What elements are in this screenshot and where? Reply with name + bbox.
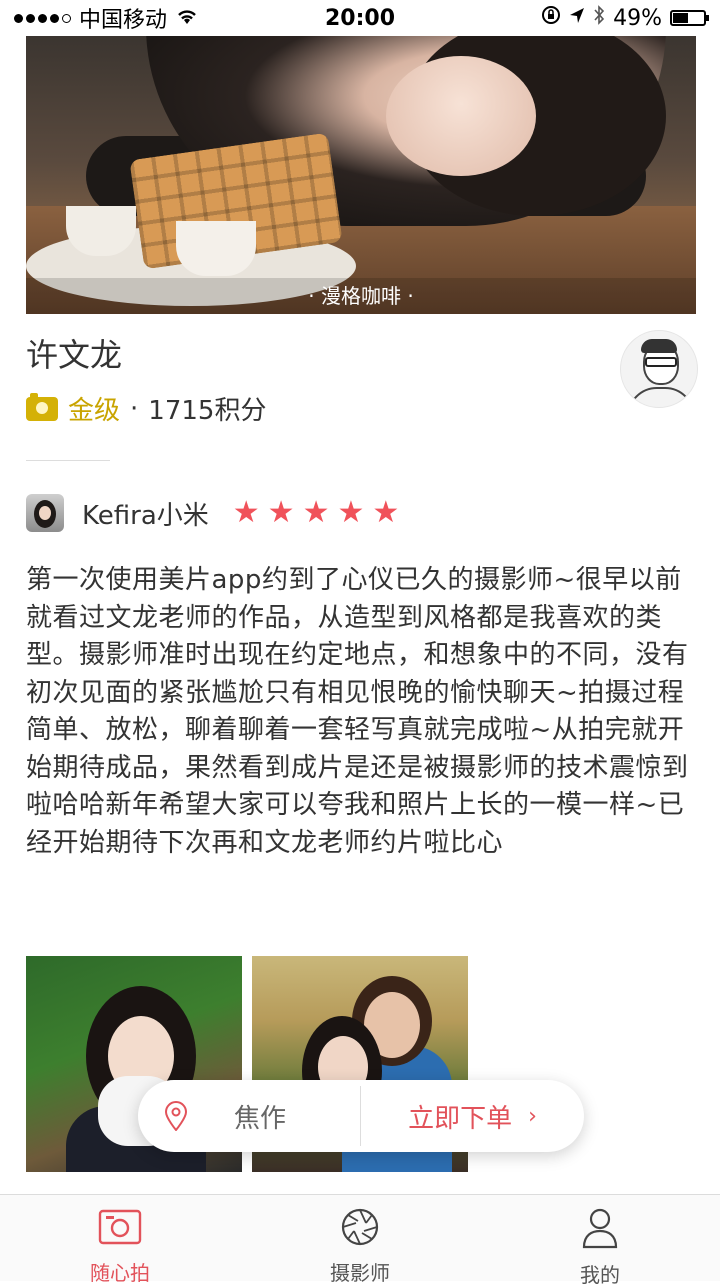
camera-badge-icon [26, 392, 58, 421]
star-icon: ★ [232, 495, 260, 530]
tab-photographer[interactable]: 摄影师 [240, 1195, 480, 1285]
tab-me[interactable]: 我的 [480, 1195, 720, 1287]
reviewer-avatar[interactable] [26, 494, 64, 532]
status-left: 中国移动 [14, 2, 199, 34]
rotation-lock-icon [541, 5, 561, 31]
bluetooth-icon [593, 5, 605, 31]
hero-caption: · 漫格咖啡 · [26, 278, 696, 314]
order-label: 立即下单 [408, 1103, 513, 1134]
floating-action-bar: 焦作 立即下单 › [138, 1080, 584, 1152]
battery-percent: 49% [613, 5, 662, 31]
tab-label: 摄影师 [330, 1261, 390, 1285]
carrier-label: 中国移动 [79, 8, 168, 33]
tab-bar: 随心拍 摄影师 我的 [0, 1194, 720, 1287]
tab-random-shoot[interactable]: 随心拍 [0, 1195, 240, 1285]
star-icon: ★ [302, 495, 330, 530]
reviewer-row: Kefira小米 ★ ★ ★ ★ ★ [26, 494, 399, 532]
aperture-icon [340, 1207, 380, 1251]
battery-icon [670, 10, 709, 26]
level-label: 金级 [68, 396, 121, 426]
status-bar: 中国移动 20:00 49% [0, 0, 720, 36]
location-icon [569, 6, 585, 31]
hero-photo[interactable]: · 漫格咖啡 · [26, 36, 696, 314]
works-label: 焦作 [234, 1103, 287, 1134]
photographer-name: 许文龙 [26, 336, 123, 374]
points-label: 1715积分 [148, 396, 267, 426]
star-icon: ★ [337, 495, 365, 530]
photographer-level-row: 金级 · 1715积分 [26, 390, 266, 427]
reviewer-name: Kefira小米 [82, 500, 209, 531]
wifi-icon [175, 6, 199, 31]
location-pin-icon [164, 1101, 188, 1131]
location-works-button[interactable]: 焦作 [138, 1080, 360, 1152]
review-text: 第一次使用美片app约到了心仪已久的摄影师~很早以前就看过文龙老师的作品，从造型… [26, 565, 689, 858]
user-icon [582, 1207, 618, 1253]
photographer-avatar[interactable] [620, 330, 698, 408]
hero-face [386, 56, 536, 176]
camera-icon [98, 1207, 142, 1251]
hero-cup-2 [176, 221, 256, 276]
star-icon: ★ [267, 495, 295, 530]
chevron-right-icon: › [528, 1103, 537, 1129]
level-separator: · [130, 393, 139, 424]
signal-icon [14, 13, 71, 23]
order-now-button[interactable]: 立即下单 › [361, 1080, 584, 1152]
tab-label: 我的 [580, 1263, 620, 1287]
rating-stars: ★ ★ ★ ★ ★ [233, 498, 400, 528]
divider [26, 460, 110, 461]
tab-label: 随心拍 [90, 1261, 150, 1285]
star-icon: ★ [372, 495, 400, 530]
battery-fill [673, 13, 688, 23]
status-right: 49% [541, 5, 709, 31]
hero-cup [66, 206, 136, 256]
